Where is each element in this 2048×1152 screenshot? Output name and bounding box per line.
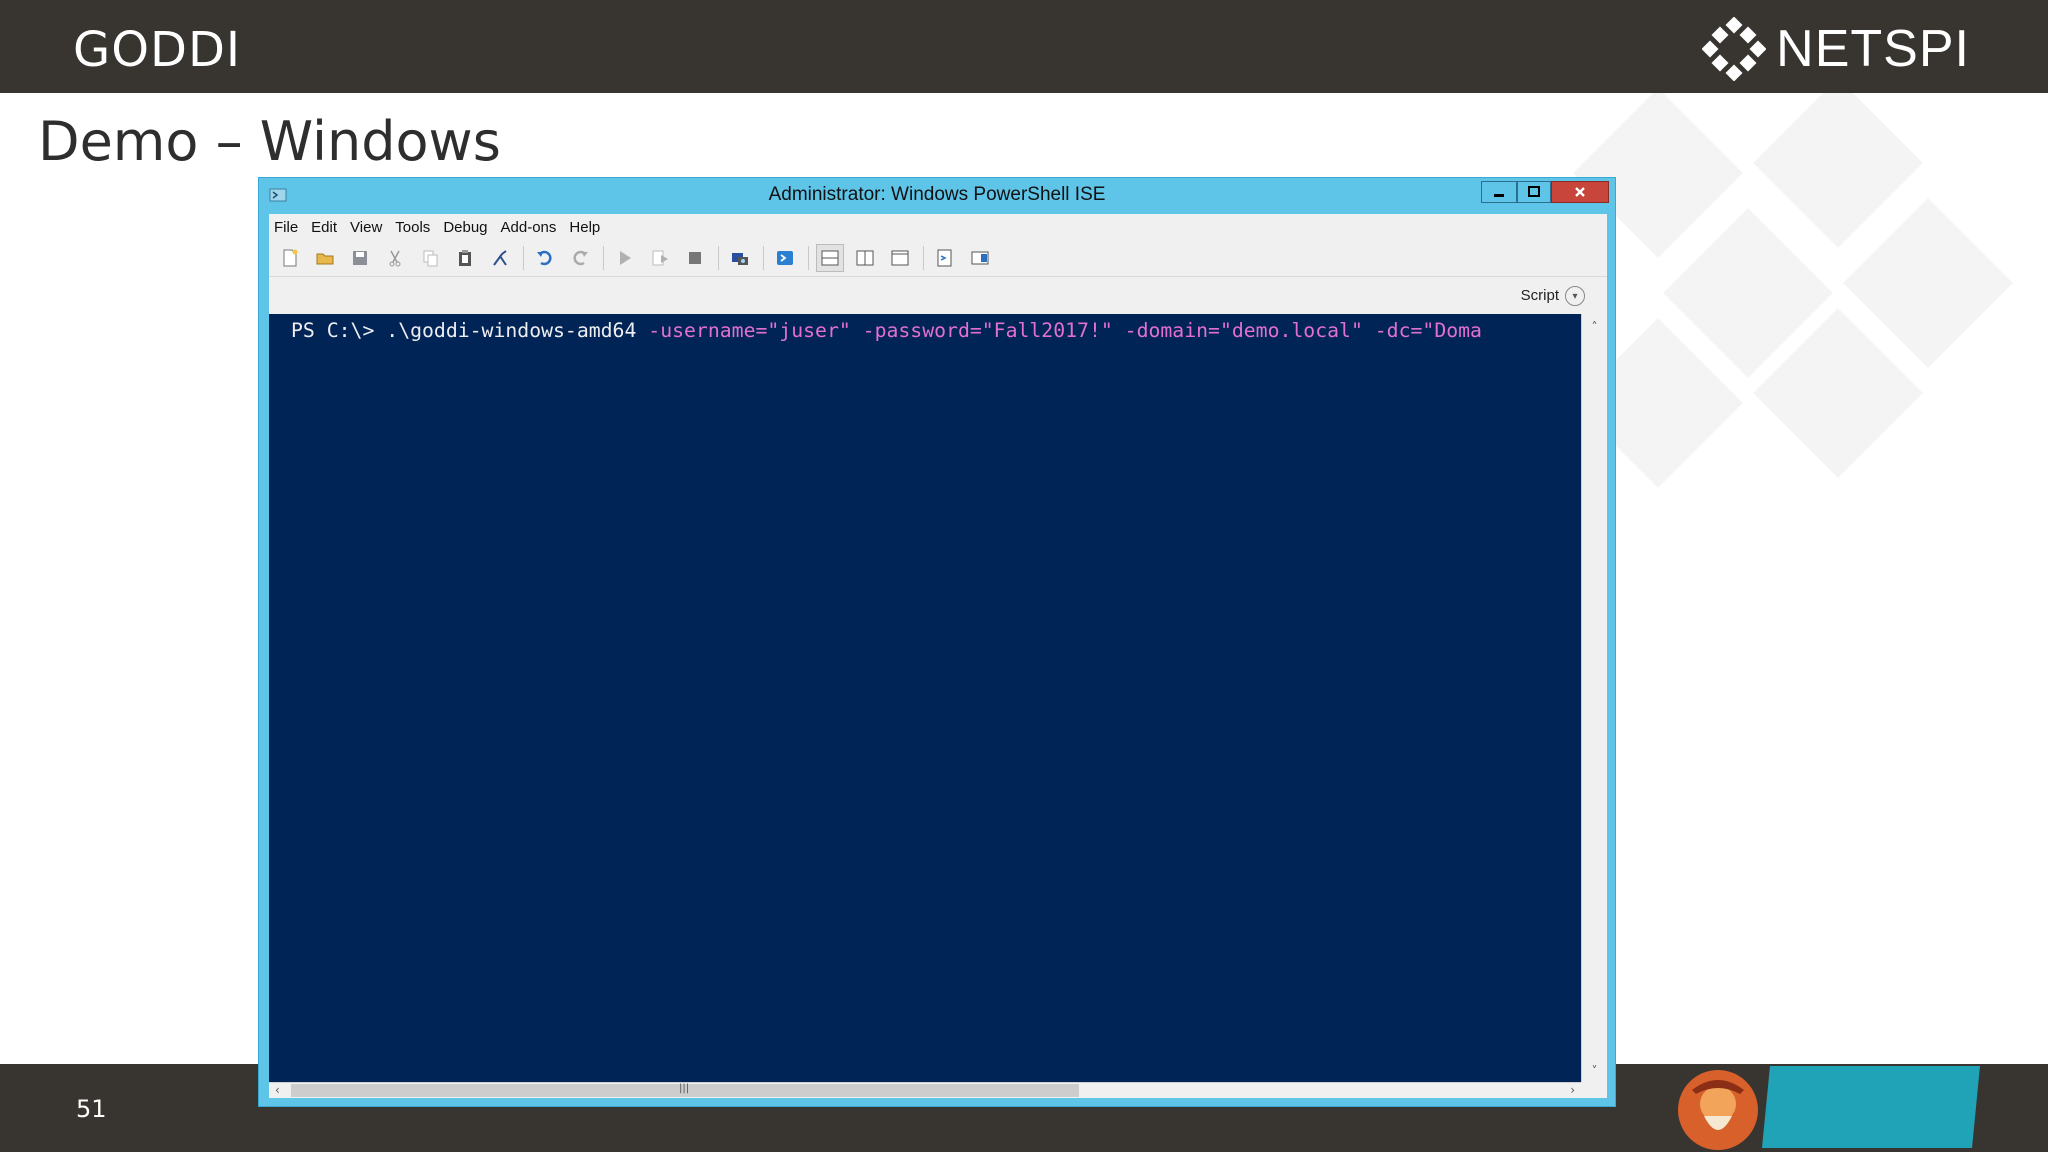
show-commands-button[interactable]	[931, 244, 959, 272]
toolbar-separator	[763, 246, 764, 270]
toolbar-separator	[923, 246, 924, 270]
copy-icon	[423, 250, 438, 267]
menu-edit[interactable]: Edit	[311, 219, 337, 236]
maximize-icon	[1528, 186, 1540, 197]
scroll-up-icon[interactable]: ˄	[1582, 320, 1607, 334]
clear-icon	[493, 250, 507, 266]
paste-icon	[459, 250, 471, 266]
maximize-button[interactable]	[1517, 181, 1551, 203]
menu-file[interactable]: File	[274, 219, 298, 236]
scroll-down-icon[interactable]: ˅	[1582, 1064, 1607, 1078]
horizontal-scrollbar[interactable]: ‹ ||| ›	[269, 1082, 1581, 1098]
toolbar-separator	[718, 246, 719, 270]
powershell-ise-window: Administrator: Windows PowerShell ISE Fi…	[258, 177, 1616, 1107]
undo-icon	[537, 250, 552, 266]
copy-button[interactable]	[416, 244, 444, 272]
console-command-line: PS C:\> .\goddi-windows-amd64 -username=…	[291, 319, 1482, 342]
cut-button[interactable]	[381, 244, 409, 272]
minimize-button[interactable]	[1481, 181, 1517, 203]
window-client-area: File Edit View Tools Debug Add-ons Help	[269, 214, 1607, 1098]
menu-view[interactable]: View	[350, 219, 382, 236]
save-button[interactable]	[346, 244, 374, 272]
menu-help[interactable]: Help	[569, 219, 600, 236]
window-title: Administrator: Windows PowerShell ISE	[768, 184, 1106, 205]
redo-button[interactable]	[566, 244, 594, 272]
vertical-scrollbar[interactable]: ˄ ˅	[1581, 314, 1607, 1082]
remote-icon	[732, 253, 748, 265]
layout-max-icon	[891, 250, 909, 266]
console-pane[interactable]: PS C:\> .\goddi-windows-amd64 -username=…	[269, 314, 1581, 1082]
brand-name: NETSPI	[1776, 20, 1970, 78]
menu-tools[interactable]: Tools	[395, 219, 430, 236]
run-icon	[620, 251, 631, 265]
run-selection-button[interactable]	[646, 244, 674, 272]
show-script-right-button[interactable]	[851, 244, 879, 272]
open-icon	[316, 253, 334, 265]
netspi-mark-icon	[1702, 17, 1767, 81]
toolbar-separator	[808, 246, 809, 270]
slide-subtitle: Demo – Windows	[38, 110, 501, 173]
new-button[interactable]	[276, 244, 304, 272]
netspi-logo: NETSPI	[1702, 14, 1970, 84]
run-script-button[interactable]	[611, 244, 639, 272]
console-prompt: PS C:\>	[291, 319, 387, 342]
start-powershell-button[interactable]	[771, 244, 799, 272]
layout-right-icon	[856, 250, 874, 266]
toolbar-separator	[523, 246, 524, 270]
cut-icon	[389, 250, 401, 267]
stop-button[interactable]	[681, 244, 709, 272]
redo-icon	[573, 250, 588, 266]
paste-button[interactable]	[451, 244, 479, 272]
scroll-grip-icon: |||	[679, 1083, 690, 1094]
show-addon-button[interactable]	[966, 244, 994, 272]
menu-bar: File Edit View Tools Debug Add-ons Help	[269, 214, 1607, 240]
window-titlebar[interactable]: Administrator: Windows PowerShell ISE	[259, 178, 1615, 214]
powershell-icon	[777, 251, 793, 265]
toolbar	[269, 240, 1607, 277]
remote-powershell-button[interactable]	[726, 244, 754, 272]
chevron-down-icon[interactable]: ▾	[1565, 286, 1585, 306]
run-selection-icon	[652, 250, 668, 266]
show-script-max-button[interactable]	[886, 244, 914, 272]
clear-button[interactable]	[486, 244, 514, 272]
addon-icon	[971, 251, 989, 265]
show-script-top-button[interactable]	[816, 244, 844, 272]
show-commands-icon	[937, 249, 952, 267]
console-command: .\goddi-windows-amd64	[386, 319, 637, 342]
wild-west-hackin-fest-logo	[1678, 1066, 1980, 1150]
page-number: 51	[76, 1095, 107, 1123]
menu-addons[interactable]: Add-ons	[501, 219, 557, 236]
close-icon	[1575, 187, 1585, 197]
new-icon	[283, 249, 298, 267]
minimize-icon	[1494, 194, 1504, 197]
script-pane-bar: Script ▾	[269, 276, 1607, 314]
script-label[interactable]: Script	[1521, 287, 1559, 304]
scroll-left-icon[interactable]: ‹	[275, 1083, 280, 1097]
scroll-right-icon[interactable]: ›	[1570, 1083, 1575, 1097]
layout-top-icon	[821, 250, 839, 266]
console-arguments: -username="juser" -password="Fall2017!" …	[636, 319, 1482, 342]
slide-title: GODDI	[73, 22, 242, 78]
stop-icon	[689, 252, 701, 264]
toolbar-separator	[603, 246, 604, 270]
menu-debug[interactable]: Debug	[443, 219, 487, 236]
close-button[interactable]	[1551, 181, 1609, 203]
open-button[interactable]	[311, 244, 339, 272]
undo-button[interactable]	[531, 244, 559, 272]
save-icon	[353, 251, 367, 265]
